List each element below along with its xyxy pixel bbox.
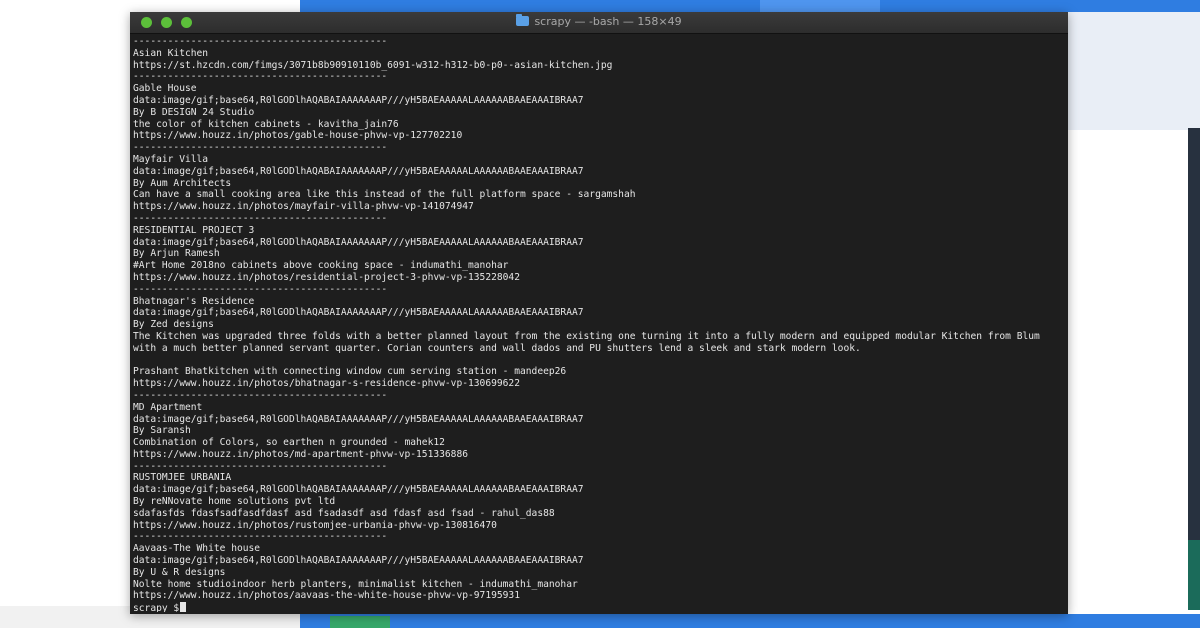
terminal-line: ----------------------------------------…	[133, 36, 388, 47]
terminal-line: #Art Home 2018no cabinets above cooking …	[133, 260, 509, 272]
terminal-line: By Aum Architects	[133, 177, 232, 189]
terminal-line: Bhatnagar's Residence	[133, 295, 255, 307]
terminal-line: data:image/gif;base64,R0lGODlhAQABAIAAAA…	[133, 236, 584, 248]
terminal-line: Nolte home studioindoor herb planters, m…	[133, 578, 578, 590]
terminal-line: By Zed designs	[133, 319, 214, 331]
terminal-line: Combination of Colors, so earthen n grou…	[133, 437, 445, 449]
background-right-panel	[1068, 12, 1200, 130]
background-blue-band-top	[300, 0, 1200, 12]
terminal-line: By B DESIGN 24 Studio	[133, 106, 255, 118]
background-right-green-strip	[1188, 540, 1200, 610]
terminal-line: https://www.houzz.in/photos/gable-house-…	[133, 130, 463, 142]
terminal-line: MD Apartment	[133, 401, 203, 413]
window-title: scrapy — -bash — 158×49	[534, 15, 682, 28]
terminal-line: ----------------------------------------…	[133, 283, 388, 295]
window-title-area: scrapy — -bash — 158×49	[130, 14, 1068, 28]
terminal-line: https://www.houzz.in/photos/residential-…	[133, 271, 520, 283]
terminal-line: data:image/gif;base64,R0lGODlhAQABAIAAAA…	[133, 555, 584, 567]
terminal-line: with a much better planned servant quart…	[133, 342, 861, 354]
terminal-output[interactable]: ----------------------------------------…	[130, 34, 1068, 612]
terminal-line: ----------------------------------------…	[133, 71, 388, 83]
terminal-line: sdafasfds fdasfsadfasdfdasf asd fsadasdf…	[133, 507, 555, 519]
terminal-line: By reNNovate home solutions pvt ltd	[133, 496, 336, 508]
terminal-line: Prashant Bhatkitchen with connecting win…	[133, 366, 567, 378]
background-right-dark-strip	[1188, 128, 1200, 548]
terminal-line: By U & R designs	[133, 566, 226, 578]
terminal-line: https://www.houzz.in/photos/aavaas-the-w…	[133, 590, 520, 602]
terminal-line: ----------------------------------------…	[133, 389, 388, 401]
folder-icon	[516, 14, 530, 26]
background-green-accent	[330, 616, 390, 628]
window-titlebar[interactable]: scrapy — -bash — 158×49	[130, 12, 1068, 34]
terminal-line: ----------------------------------------…	[133, 460, 388, 472]
terminal-line: data:image/gif;base64,R0lGODlhAQABAIAAAA…	[133, 484, 584, 496]
terminal-prompt-line[interactable]: scrapy $	[133, 602, 1068, 612]
terminal-line: Gable House	[133, 83, 197, 95]
terminal-line: data:image/gif;base64,R0lGODlhAQABAIAAAA…	[133, 165, 584, 177]
background-blue-band-bottom	[300, 614, 1200, 628]
terminal-line: the color of kitchen cabinets - kavitha_…	[133, 118, 399, 130]
terminal-line: By Arjun Ramesh	[133, 248, 220, 260]
terminal-line: By Saransh	[133, 425, 191, 437]
terminal-line: data:image/gif;base64,R0lGODlhAQABAIAAAA…	[133, 307, 584, 319]
text-cursor	[180, 602, 187, 612]
terminal-line: Aavaas-The White house	[133, 543, 261, 555]
terminal-line: data:image/gif;base64,R0lGODlhAQABAIAAAA…	[133, 413, 584, 425]
terminal-line: Can have a small cooking area like this …	[133, 189, 636, 201]
terminal-line: https://www.houzz.in/photos/bhatnagar-s-…	[133, 378, 520, 390]
terminal-window[interactable]: scrapy — -bash — 158×49 ----------------…	[130, 12, 1068, 614]
terminal-line: https://www.houzz.in/photos/mayfair-vill…	[133, 201, 474, 213]
terminal-line: The Kitchen was upgraded three folds wit…	[133, 330, 1040, 342]
terminal-line: ----------------------------------------…	[133, 531, 388, 543]
terminal-line: data:image/gif;base64,R0lGODlhAQABAIAAAA…	[133, 94, 584, 106]
terminal-line: ----------------------------------------…	[133, 212, 388, 224]
terminal-line: https://www.houzz.in/photos/rustomjee-ur…	[133, 519, 497, 531]
terminal-line: RESIDENTIAL PROJECT 3	[133, 224, 255, 236]
terminal-line: RUSTOMJEE URBANIA	[133, 472, 232, 484]
terminal-line: https://www.houzz.in/photos/md-apartment…	[133, 448, 469, 460]
terminal-line: ----------------------------------------…	[133, 142, 388, 154]
terminal-line: Mayfair Villa	[133, 153, 209, 165]
terminal-line: https://st.hzcdn.com/fimgs/3071b8b909101…	[133, 59, 613, 71]
shell-prompt: scrapy $	[133, 603, 180, 612]
terminal-line: Asian Kitchen	[133, 47, 209, 59]
